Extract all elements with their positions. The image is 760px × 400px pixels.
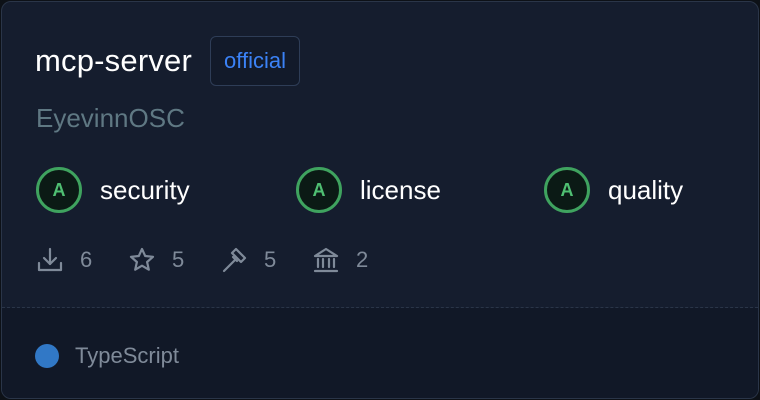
title-row: mcp-server official bbox=[35, 35, 300, 87]
language-name: TypeScript bbox=[75, 343, 179, 368]
institutions-stat: 2 bbox=[312, 244, 368, 276]
star-icon bbox=[128, 246, 156, 274]
server-title[interactable]: mcp-server bbox=[35, 35, 192, 87]
security-grade-icon: A bbox=[36, 167, 82, 213]
stars-count: 5 bbox=[172, 247, 185, 272]
language-color-dot bbox=[35, 344, 59, 368]
quality-label: quality bbox=[608, 175, 684, 205]
license-grade-icon: A bbox=[296, 167, 342, 213]
card-footer: TypeScript bbox=[2, 308, 758, 398]
server-card[interactable]: mcp-server official EyevinnOSC A securit… bbox=[1, 1, 759, 399]
language-tag: TypeScript bbox=[35, 340, 179, 372]
stars-stat: 5 bbox=[128, 244, 184, 276]
security-score: A security bbox=[36, 167, 190, 213]
downloads-stat: 6 bbox=[36, 244, 92, 276]
tools-stat: 5 bbox=[220, 244, 276, 276]
downloads-count: 6 bbox=[80, 247, 93, 272]
official-badge: official bbox=[210, 36, 300, 86]
quality-score: A quality bbox=[544, 167, 683, 213]
hammer-icon bbox=[220, 246, 248, 274]
download-icon bbox=[36, 246, 64, 274]
bank-icon bbox=[312, 246, 340, 274]
security-label: security bbox=[100, 175, 190, 205]
quality-grade-icon: A bbox=[544, 167, 590, 213]
owner-name[interactable]: EyevinnOSC bbox=[36, 100, 185, 136]
license-score: A license bbox=[296, 167, 441, 213]
tools-count: 5 bbox=[264, 247, 277, 272]
license-label: license bbox=[360, 175, 441, 205]
institutions-count: 2 bbox=[356, 247, 369, 272]
